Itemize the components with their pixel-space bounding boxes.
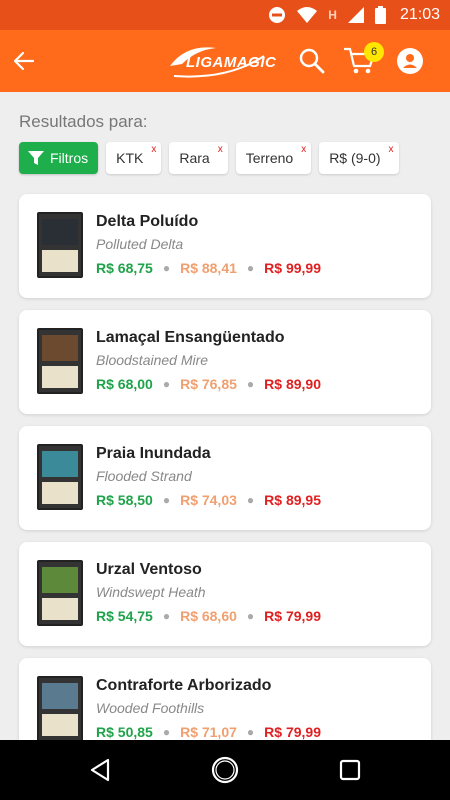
wifi-icon bbox=[296, 6, 318, 24]
nav-recents-icon[interactable] bbox=[339, 759, 361, 781]
price-mid: R$ 71,07 bbox=[180, 724, 237, 740]
price-high: R$ 79,99 bbox=[264, 724, 321, 740]
card-textbox bbox=[42, 250, 78, 272]
price-high: R$ 79,99 bbox=[264, 608, 321, 624]
status-time: 21:03 bbox=[399, 6, 440, 23]
card-english-name: Bloodstained Mire bbox=[96, 352, 209, 368]
arrow-left-icon bbox=[13, 51, 35, 71]
price-low: R$ 58,50 bbox=[96, 492, 153, 508]
card-thumbnail bbox=[37, 444, 83, 510]
card-prices: R$ 68,75 ● R$ 88,41 ● R$ 99,99 bbox=[96, 260, 321, 276]
cart-count-badge: 6 bbox=[364, 42, 384, 62]
card-textbox bbox=[42, 366, 78, 388]
chip-remove-button[interactable]: x bbox=[301, 144, 306, 155]
card-name: Delta Poluído bbox=[96, 213, 199, 230]
card-list-item[interactable]: Delta Poluído Polluted Delta R$ 68,75 ● … bbox=[19, 194, 431, 298]
separator-dot: ● bbox=[246, 609, 255, 623]
card-textbox bbox=[42, 714, 78, 736]
filter-chip-ktk[interactable]: KTK x bbox=[106, 142, 162, 174]
separator-dot: ● bbox=[162, 725, 171, 739]
ligamagic-logo[interactable]: LIGAMAGIC bbox=[168, 42, 276, 80]
filter-chip-terreno[interactable]: Terreno x bbox=[235, 142, 312, 174]
card-english-name: Polluted Delta bbox=[96, 236, 184, 252]
chip-remove-button[interactable]: x bbox=[151, 144, 156, 155]
card-english-name: Wooded Foothills bbox=[96, 700, 205, 716]
separator-dot: ● bbox=[246, 493, 255, 507]
chip-remove-button[interactable]: x bbox=[389, 144, 394, 155]
price-high: R$ 99,99 bbox=[264, 260, 321, 276]
price-mid: R$ 88,41 bbox=[180, 260, 237, 276]
status-bar: H 21:03 bbox=[0, 0, 450, 30]
price-low: R$ 50,85 bbox=[96, 724, 153, 740]
filter-row: Filtros KTK x Rara x Terreno x R$ (9-0) … bbox=[19, 142, 399, 174]
system-nav-bar bbox=[0, 740, 450, 800]
funnel-icon bbox=[28, 151, 44, 165]
nav-home-icon[interactable] bbox=[211, 756, 239, 784]
filters-button-label: Filtros bbox=[50, 150, 89, 166]
price-low: R$ 68,00 bbox=[96, 376, 153, 392]
nav-back-icon[interactable] bbox=[88, 758, 112, 782]
chip-label: KTK bbox=[116, 150, 144, 166]
price-low: R$ 68,75 bbox=[96, 260, 153, 276]
filter-chip-price[interactable]: R$ (9-0) x bbox=[319, 142, 399, 174]
profile-button[interactable] bbox=[397, 48, 423, 74]
back-button[interactable] bbox=[10, 47, 38, 75]
card-art bbox=[42, 567, 78, 593]
card-list-item[interactable]: Urzal Ventoso Windswept Heath R$ 54,75 ●… bbox=[19, 542, 431, 646]
card-prices: R$ 58,50 ● R$ 74,03 ● R$ 89,95 bbox=[96, 492, 321, 508]
results-label: Resultados para: bbox=[19, 112, 148, 131]
card-prices: R$ 54,75 ● R$ 68,60 ● R$ 79,99 bbox=[96, 608, 321, 624]
card-textbox bbox=[42, 482, 78, 504]
separator-dot: ● bbox=[246, 725, 255, 739]
search-icon bbox=[299, 48, 325, 74]
chip-label: Terreno bbox=[245, 150, 294, 166]
app-bar: LIGAMAGIC 6 bbox=[0, 30, 450, 92]
separator-dot: ● bbox=[246, 377, 255, 391]
card-name: Praia Inundada bbox=[96, 445, 211, 462]
h-network-icon: H bbox=[328, 8, 337, 22]
separator-dot: ● bbox=[162, 377, 171, 391]
card-name: Contraforte Arborizado bbox=[96, 677, 272, 694]
card-name: Lamaçal Ensangüentado bbox=[96, 329, 285, 346]
chip-label: Rara bbox=[179, 150, 210, 166]
price-mid: R$ 68,60 bbox=[180, 608, 237, 624]
chip-remove-button[interactable]: x bbox=[218, 144, 223, 155]
card-name: Urzal Ventoso bbox=[96, 561, 202, 578]
card-prices: R$ 68,00 ● R$ 76,85 ● R$ 89,90 bbox=[96, 376, 321, 392]
card-list-item[interactable]: Praia Inundada Flooded Strand R$ 58,50 ●… bbox=[19, 426, 431, 530]
price-high: R$ 89,90 bbox=[264, 376, 321, 392]
card-thumbnail bbox=[37, 212, 83, 278]
price-mid: R$ 74,03 bbox=[180, 492, 237, 508]
card-textbox bbox=[42, 598, 78, 620]
signal-icon bbox=[347, 6, 365, 24]
card-art bbox=[42, 451, 78, 477]
card-art bbox=[42, 219, 78, 245]
card-english-name: Windswept Heath bbox=[96, 584, 206, 600]
battery-icon bbox=[374, 6, 386, 24]
filter-chip-rara[interactable]: Rara x bbox=[169, 142, 228, 174]
card-list-item[interactable]: Lamaçal Ensangüentado Bloodstained Mire … bbox=[19, 310, 431, 414]
price-high: R$ 89,95 bbox=[264, 492, 321, 508]
card-thumbnail bbox=[37, 560, 83, 626]
card-thumbnail bbox=[37, 676, 83, 742]
card-art bbox=[42, 335, 78, 361]
card-art bbox=[42, 683, 78, 709]
separator-dot: ● bbox=[162, 609, 171, 623]
card-prices: R$ 50,85 ● R$ 71,07 ● R$ 79,99 bbox=[96, 724, 321, 740]
separator-dot: ● bbox=[162, 261, 171, 275]
price-low: R$ 54,75 bbox=[96, 608, 153, 624]
logo-text: LIGAMAGIC bbox=[186, 54, 277, 71]
card-english-name: Flooded Strand bbox=[96, 468, 192, 484]
chip-label: R$ (9-0) bbox=[329, 150, 381, 166]
card-thumbnail bbox=[37, 328, 83, 394]
separator-dot: ● bbox=[246, 261, 255, 275]
do-not-disturb-icon bbox=[268, 6, 286, 24]
filters-button[interactable]: Filtros bbox=[19, 142, 99, 174]
user-icon bbox=[403, 54, 417, 68]
price-mid: R$ 76,85 bbox=[180, 376, 237, 392]
search-button[interactable] bbox=[298, 47, 326, 75]
separator-dot: ● bbox=[162, 493, 171, 507]
